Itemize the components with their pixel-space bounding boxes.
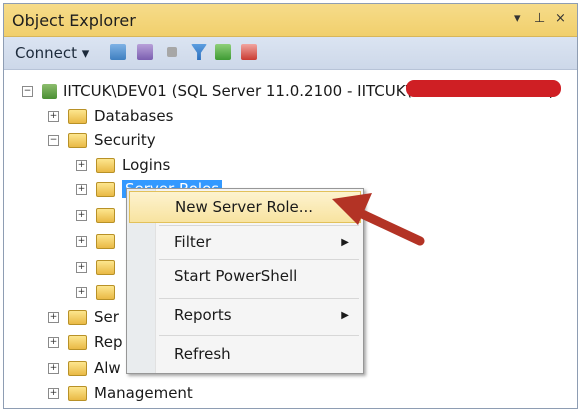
tree-node-label: Ser [94,308,119,326]
expand-icon[interactable]: + [48,336,59,348]
tree-node-label: Rep [94,333,123,351]
folder-icon [68,385,87,401]
tree-node-label: Databases [94,107,174,125]
stop-icon[interactable] [167,47,177,57]
server-icon [42,83,57,99]
menu-item-label: Start PowerShell [174,267,298,285]
tree-node-security-child[interactable]: + [76,204,122,226]
folder-icon [68,132,87,148]
tree-node-server-objects[interactable]: + Ser [48,306,119,328]
expand-icon[interactable]: + [76,183,87,195]
connect-server-icon[interactable] [110,44,126,60]
menu-item-label: Refresh [174,345,231,363]
connect-button[interactable]: Connect ▾ [15,44,89,62]
menu-separator [159,335,359,336]
collapse-icon[interactable]: − [22,85,33,97]
pin-icon[interactable]: ⊥ [534,11,545,26]
menu-item-label: Reports [174,306,232,324]
tree-node-security-child[interactable]: + [76,256,122,278]
panel-titlebar: Object Explorer ▾ ⊥ × [4,4,577,37]
tree-node-label: Security [94,131,156,149]
expand-icon[interactable]: + [76,159,87,171]
folder-icon [96,181,115,197]
refresh-icon[interactable] [215,44,231,60]
folder-icon [68,108,87,124]
server-label: IITCUK\DEV01 (SQL Server 11.0.2100 - IIT… [63,82,411,100]
expand-icon[interactable]: + [76,235,87,247]
tree-node-label: Management [94,384,193,402]
menu-item-start-powershell[interactable]: Start PowerShell [129,260,361,292]
submenu-arrow-icon: ▶ [341,309,349,321]
menu-item-refresh[interactable]: Refresh [129,338,361,370]
folder-icon [96,259,115,275]
dropdown-icon[interactable]: ▾ [514,11,521,26]
tree-node-management[interactable]: + Management [48,382,193,404]
expand-icon[interactable]: + [48,387,59,399]
explorer-toolbar: Connect ▾ [4,37,577,70]
collapse-icon[interactable]: − [48,134,59,146]
tree-node-security-child[interactable]: + [76,281,122,303]
menu-item-label: Filter [174,233,212,251]
tree-node-replication[interactable]: + Rep [48,331,123,353]
expand-icon[interactable]: + [48,110,59,122]
annotation-arrow-icon [332,193,425,246]
folder-icon [96,207,115,223]
tree-node-security[interactable]: − Security [48,129,156,151]
expand-icon[interactable]: + [76,261,87,273]
tree-node-label: Logins [122,156,171,174]
close-icon[interactable]: × [555,11,566,26]
activity-monitor-icon[interactable] [241,44,257,60]
menu-item-reports[interactable]: Reports ▶ [129,299,361,331]
disconnect-icon[interactable] [137,44,153,60]
tree-node-databases[interactable]: + Databases [48,105,173,127]
redaction-mark [406,80,561,97]
folder-icon [68,334,87,350]
tree-node-security-child[interactable]: + [76,230,122,252]
folder-icon [96,157,115,173]
folder-icon [96,233,115,249]
filter-icon[interactable] [191,44,207,60]
expand-icon[interactable]: + [48,362,59,374]
menu-item-label: New Server Role... [175,198,314,216]
expand-icon[interactable]: + [76,286,87,298]
folder-icon [68,309,87,325]
folder-icon [96,284,115,300]
tree-node-logins[interactable]: + Logins [76,154,170,176]
expand-icon[interactable]: + [48,311,59,323]
panel-title: Object Explorer [12,11,136,30]
tree-node-always-on[interactable]: + Alw [48,357,121,379]
folder-icon [68,360,87,376]
expand-icon[interactable]: + [76,209,87,221]
tree-node-label: Alw [94,359,121,377]
